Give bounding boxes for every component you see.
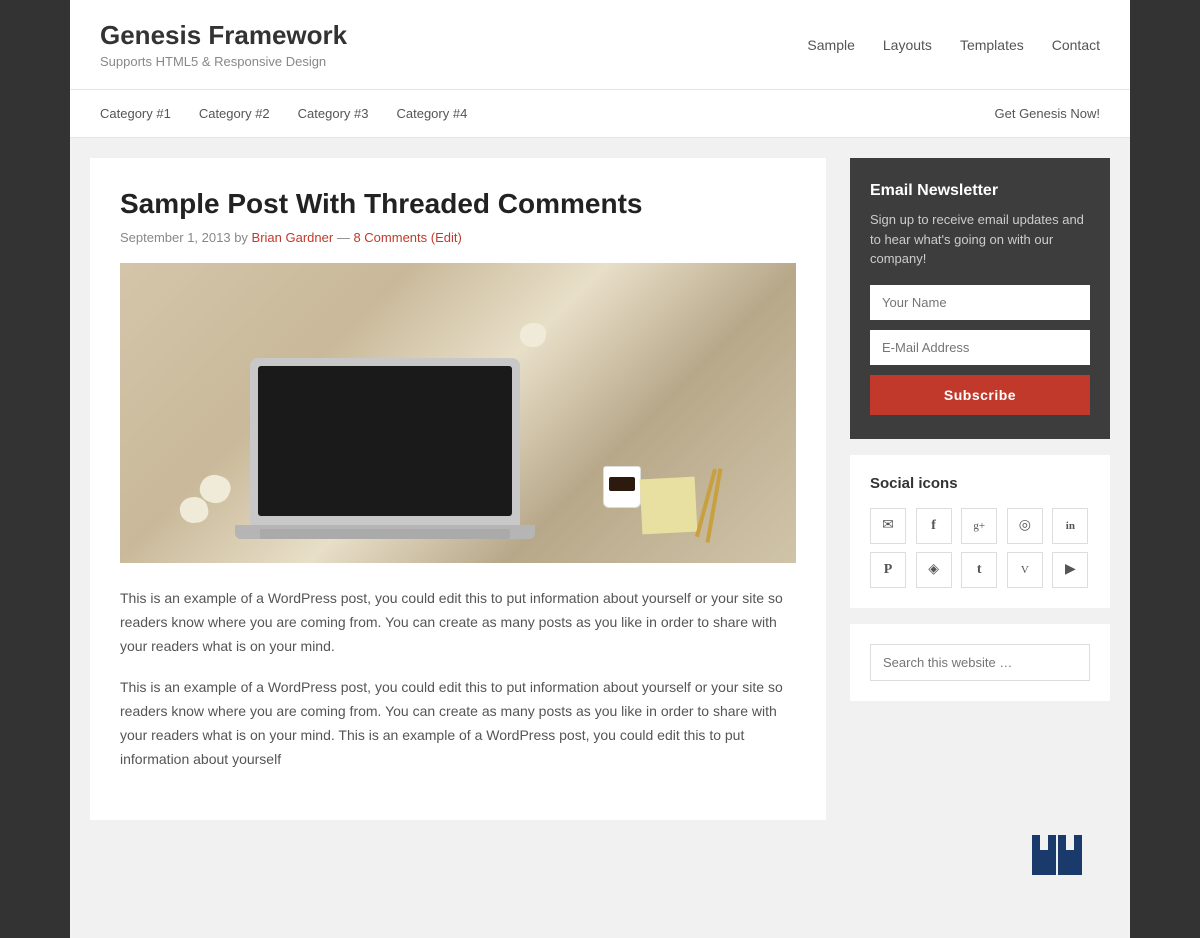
- mmo-logo-svg: [1030, 830, 1090, 880]
- sidebar: Email Newsletter Sign up to receive emai…: [850, 158, 1110, 820]
- site-title: Genesis Framework: [100, 20, 347, 51]
- post-comments[interactable]: 8 Comments: [353, 230, 427, 245]
- secondary-nav-links: Category #1 Category #2 Category #3 Cate…: [100, 90, 467, 137]
- name-input[interactable]: [870, 285, 1090, 320]
- vimeo-social-icon[interactable]: V: [1007, 552, 1043, 588]
- laptop-keyboard: [260, 529, 510, 539]
- site-header: Genesis Framework Supports HTML5 & Respo…: [70, 0, 1130, 90]
- pinterest-social-icon[interactable]: P: [870, 552, 906, 588]
- nav-layouts[interactable]: Layouts: [883, 37, 932, 53]
- post-date: September 1, 2013: [120, 230, 231, 245]
- nav-sample[interactable]: Sample: [807, 37, 854, 53]
- youtube-social-icon[interactable]: ▶: [1052, 552, 1088, 588]
- email-social-icon[interactable]: ✉: [870, 508, 906, 544]
- social-icons-widget: Social icons ✉ f g+ ◎ in P ◈ t V ▶: [850, 455, 1110, 608]
- post-meta: September 1, 2013 by Brian Gardner — 8 C…: [120, 230, 796, 245]
- facebook-social-icon[interactable]: f: [916, 508, 952, 544]
- email-widget-title: Email Newsletter: [870, 182, 1090, 200]
- nav-category-1[interactable]: Category #1: [100, 90, 171, 137]
- primary-nav: Sample Layouts Templates Contact: [807, 37, 1100, 53]
- crumpled-paper-3: [519, 322, 547, 348]
- rss-social-icon[interactable]: ◈: [916, 552, 952, 588]
- content-wrapper: Sample Post With Threaded Comments Septe…: [70, 138, 1130, 840]
- search-widget: [850, 624, 1110, 701]
- post-dash: —: [337, 230, 354, 245]
- social-icons-grid: ✉ f g+ ◎ in P ◈ t V ▶: [870, 508, 1090, 588]
- social-widget-title: Social icons: [870, 475, 1090, 492]
- email-widget-desc: Sign up to receive email updates and to …: [870, 210, 1090, 269]
- nav-contact[interactable]: Contact: [1052, 37, 1100, 53]
- site-branding: Genesis Framework Supports HTML5 & Respo…: [100, 20, 347, 69]
- coffee-liquid: [609, 477, 635, 491]
- outer-wrapper: Genesis Framework Supports HTML5 & Respo…: [70, 0, 1130, 938]
- coffee-cup: [603, 466, 641, 508]
- post-featured-image: [120, 263, 796, 563]
- secondary-nav: Category #1 Category #2 Category #3 Cate…: [70, 90, 1130, 138]
- sticky-note: [640, 477, 698, 535]
- instagram-social-icon[interactable]: ◎: [1007, 508, 1043, 544]
- linkedin-social-icon[interactable]: in: [1052, 508, 1088, 544]
- laptop-screen: [258, 366, 512, 516]
- laptop-screen-frame: [250, 358, 520, 528]
- nav-category-2[interactable]: Category #2: [199, 90, 270, 137]
- googleplus-social-icon[interactable]: g+: [961, 508, 997, 544]
- get-genesis-link[interactable]: Get Genesis Now!: [995, 90, 1101, 137]
- twitter-social-icon[interactable]: t: [961, 552, 997, 588]
- site-description: Supports HTML5 & Responsive Design: [100, 54, 347, 69]
- post-body-1: This is an example of a WordPress post, …: [120, 587, 796, 658]
- post-title: Sample Post With Threaded Comments: [120, 188, 796, 220]
- email-newsletter-widget: Email Newsletter Sign up to receive emai…: [850, 158, 1110, 439]
- post-body-2: This is an example of a WordPress post, …: [120, 676, 796, 771]
- post-by: by: [234, 230, 251, 245]
- main-content: Sample Post With Threaded Comments Septe…: [90, 158, 826, 820]
- nav-category-4[interactable]: Category #4: [396, 90, 467, 137]
- subscribe-button[interactable]: Subscribe: [870, 375, 1090, 415]
- search-input[interactable]: [870, 644, 1090, 681]
- nav-templates[interactable]: Templates: [960, 37, 1024, 53]
- email-input[interactable]: [870, 330, 1090, 365]
- mmo-logo: [50, 820, 1110, 908]
- post-edit[interactable]: (Edit): [431, 230, 462, 245]
- nav-category-3[interactable]: Category #3: [298, 90, 369, 137]
- post-author[interactable]: Brian Gardner: [252, 230, 334, 245]
